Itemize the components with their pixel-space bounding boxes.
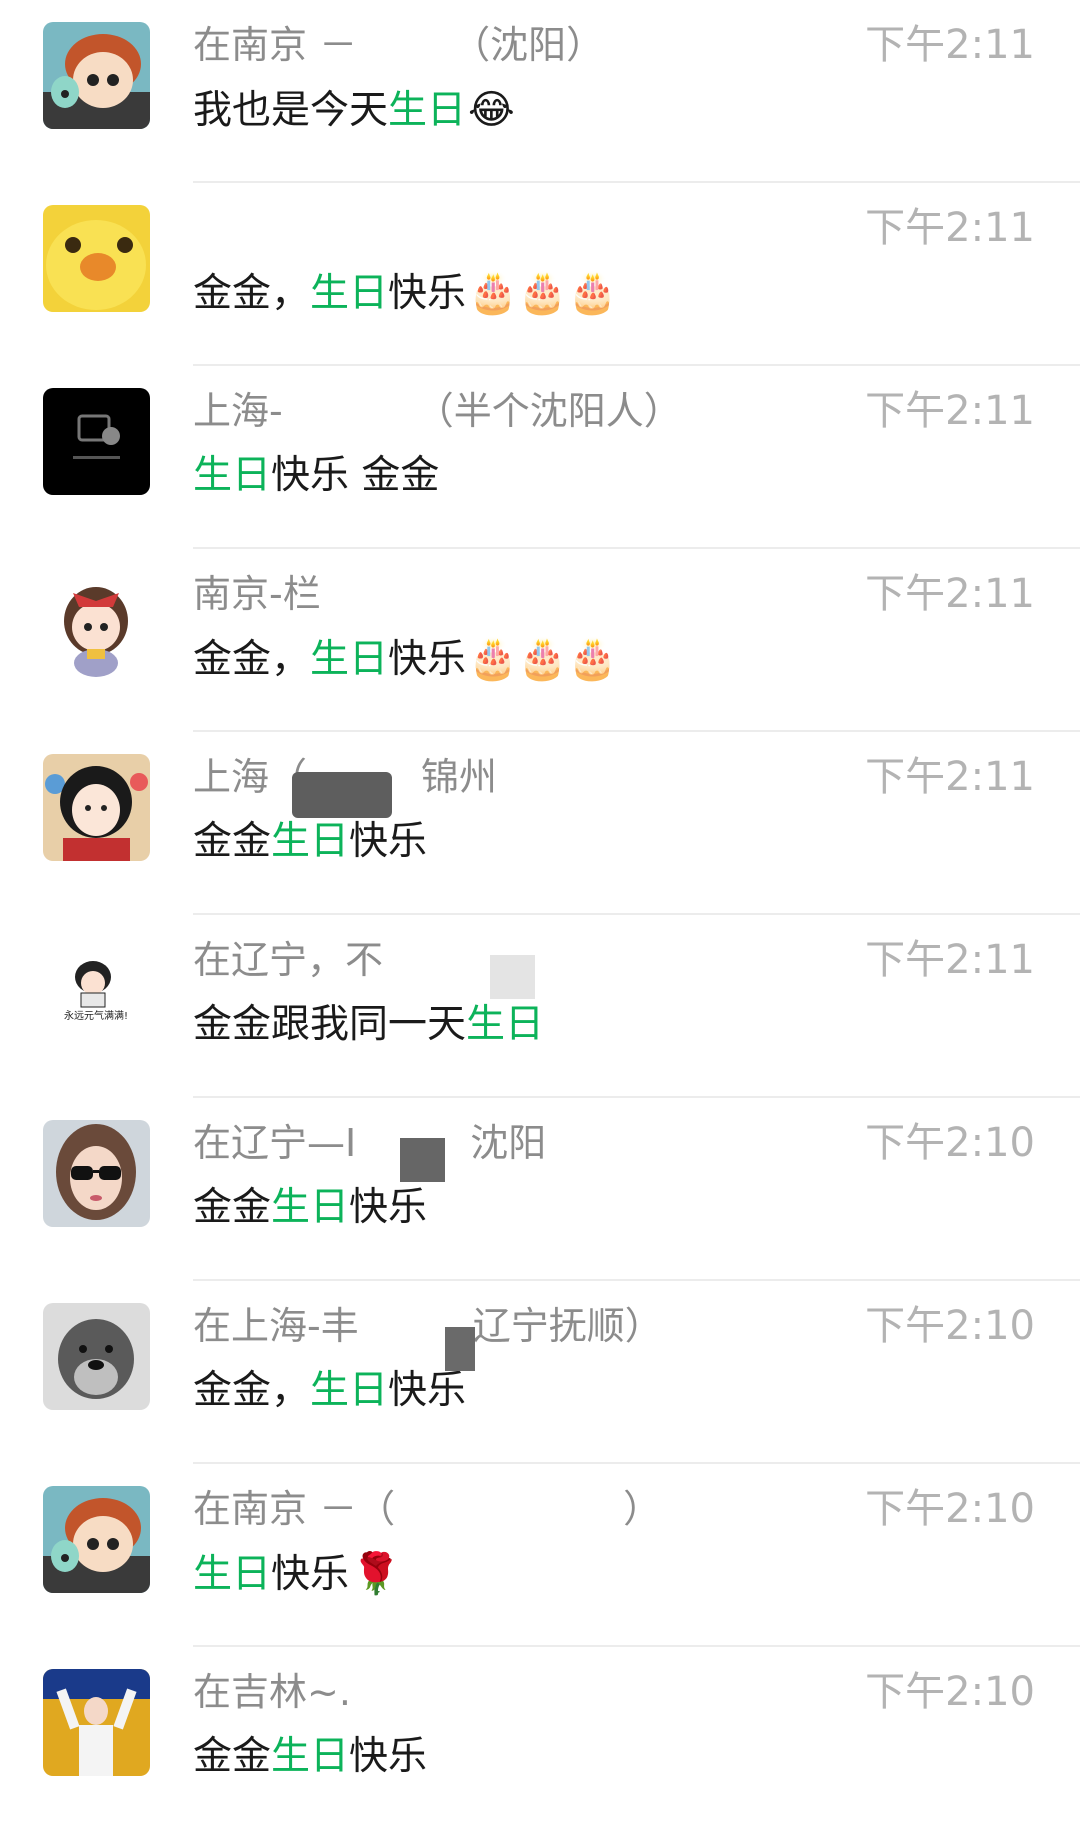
- message-text: 金金，生日快乐🎂🎂🎂: [193, 632, 617, 687]
- stage-person-avatar[interactable]: [43, 1669, 150, 1776]
- message-segment: 快乐 金金: [271, 453, 440, 498]
- message-segment: 金金，: [193, 271, 311, 316]
- message-text: 生日快乐 金金: [193, 449, 439, 503]
- keyword-highlight: 生日: [310, 271, 389, 316]
- anime-boy-avatar[interactable]: [43, 1486, 150, 1593]
- svg-text:永远元气满满!: 永远元气满满!: [64, 1009, 128, 1022]
- emoji: 🎂🎂🎂: [468, 636, 618, 682]
- yellow-duck-avatar[interactable]: [43, 205, 150, 312]
- message-text: 金金生日快乐: [193, 1181, 427, 1235]
- message-text: 生日快乐🌹: [193, 1547, 401, 1602]
- sender-name: 在南京 －（ ）: [193, 1487, 662, 1531]
- message-time: 下午2:11: [865, 22, 1035, 68]
- message-text: 金金生日快乐: [193, 1730, 427, 1784]
- chat-message-list: 在南京 － （沈阳） 下午2:11 我也是今天生日😂 下午2:11 金金，生日快乐🎂🎂🎂…: [0, 0, 1080, 1810]
- chat-list-item[interactable]: 在南京 －（ ） 下午2:10 生日快乐🌹: [0, 1464, 1080, 1647]
- message-text: 金金，生日快乐🎂🎂🎂: [193, 266, 617, 321]
- redaction-mark: [445, 1327, 475, 1371]
- chat-list-item[interactable]: 上海- （半个沈阳人） 下午2:11 生日快乐 金金: [0, 366, 1080, 549]
- keyword-highlight: 生日: [271, 819, 350, 864]
- chat-list-item[interactable]: 下午2:11 金金，生日快乐🎂🎂🎂: [0, 183, 1080, 366]
- anime-boy-avatar[interactable]: [43, 22, 150, 129]
- redaction-mark: [400, 1138, 445, 1182]
- message-segment: 快乐: [349, 1734, 428, 1779]
- chat-list-item[interactable]: 永远元气满满! 在辽宁，不 下午2:11 金金跟我同一天生日: [0, 915, 1080, 1098]
- message-text: 我也是今天生日😂: [193, 83, 515, 138]
- keyword-highlight: 生日: [271, 1185, 350, 1230]
- message-segment: 快乐: [271, 1552, 350, 1597]
- keyword-highlight: 生日: [388, 88, 467, 133]
- message-segment: 快乐: [388, 271, 467, 316]
- sender-name: 上海- （半个沈阳人）: [193, 389, 682, 433]
- message-segment: 快乐: [388, 637, 467, 682]
- message-segment: 快乐: [349, 819, 428, 864]
- schnauzer-dog-avatar[interactable]: [43, 1303, 150, 1410]
- cartoon-girl-bow-avatar[interactable]: [43, 571, 150, 678]
- sunglasses-woman-avatar[interactable]: [43, 1120, 150, 1227]
- keyword-highlight: 生日: [310, 637, 389, 682]
- message-time: 下午2:11: [865, 571, 1035, 617]
- message-time: 下午2:11: [865, 937, 1035, 983]
- message-segment: 金金: [193, 819, 272, 864]
- message-segment: 金金，: [193, 1368, 311, 1413]
- sender-name: 在辽宁，不: [193, 938, 384, 982]
- keyword-highlight: 生日: [466, 1002, 545, 1047]
- sender-name: 在吉林~.: [193, 1670, 351, 1714]
- sketch-girl-sticker-avatar[interactable]: 永远元气满满!: [43, 937, 150, 1044]
- chat-list-item[interactable]: 在南京 － （沈阳） 下午2:11 我也是今天生日😂: [0, 0, 1080, 183]
- emoji: 🌹: [351, 1551, 401, 1597]
- message-text: 金金跟我同一天生日: [193, 998, 544, 1052]
- message-segment: 金金，: [193, 637, 311, 682]
- emoji: 😂: [468, 87, 515, 133]
- keyword-highlight: 生日: [193, 1552, 272, 1597]
- keyword-highlight: 生日: [310, 1368, 389, 1413]
- message-segment: 金金跟我同一天: [193, 1002, 467, 1047]
- chat-list-item[interactable]: 上海（ 锦州 下午2:11 金金生日快乐: [0, 732, 1080, 915]
- message-segment: 我也是今天: [193, 88, 389, 133]
- emoji: 🎂🎂🎂: [468, 270, 618, 316]
- chat-list-item[interactable]: 在上海-丰 辽宁抚顺） 下午2:10 金金，生日快乐: [0, 1281, 1080, 1464]
- cartoon-girl-dark-hair-avatar[interactable]: [43, 754, 150, 861]
- sender-name: 在上海-丰 辽宁抚顺）: [193, 1304, 663, 1348]
- message-text: 金金，生日快乐: [193, 1364, 466, 1418]
- message-time: 下午2:11: [865, 205, 1035, 251]
- sender-name: 在辽宁—I 沈阳: [193, 1121, 547, 1165]
- message-segment: 快乐: [388, 1368, 467, 1413]
- keyword-highlight: 生日: [193, 453, 272, 498]
- message-time: 下午2:10: [865, 1669, 1035, 1715]
- message-time: 下午2:11: [865, 754, 1035, 800]
- redaction-mark: [292, 772, 392, 818]
- message-text: 金金生日快乐: [193, 815, 427, 869]
- keyword-highlight: 生日: [271, 1734, 350, 1779]
- message-segment: 快乐: [349, 1185, 428, 1230]
- chat-list-item[interactable]: 在辽宁—I 沈阳 下午2:10 金金生日快乐: [0, 1098, 1080, 1281]
- chat-list-item[interactable]: 南京-栏 下午2:11 金金，生日快乐🎂🎂🎂: [0, 549, 1080, 732]
- message-time: 下午2:10: [865, 1486, 1035, 1532]
- sender-name: 在南京 － （沈阳）: [193, 23, 605, 67]
- message-segment: 金金: [193, 1185, 272, 1230]
- message-time: 下午2:11: [865, 388, 1035, 434]
- black-placeholder-avatar[interactable]: [43, 388, 150, 495]
- message-time: 下午2:10: [865, 1120, 1035, 1166]
- redaction-mark: [490, 955, 535, 999]
- message-segment: 金金: [193, 1734, 272, 1779]
- message-time: 下午2:10: [865, 1303, 1035, 1349]
- chat-list-item[interactable]: 在吉林~. 下午2:10 金金生日快乐: [0, 1647, 1080, 1830]
- sender-name: 南京-栏: [193, 572, 321, 616]
